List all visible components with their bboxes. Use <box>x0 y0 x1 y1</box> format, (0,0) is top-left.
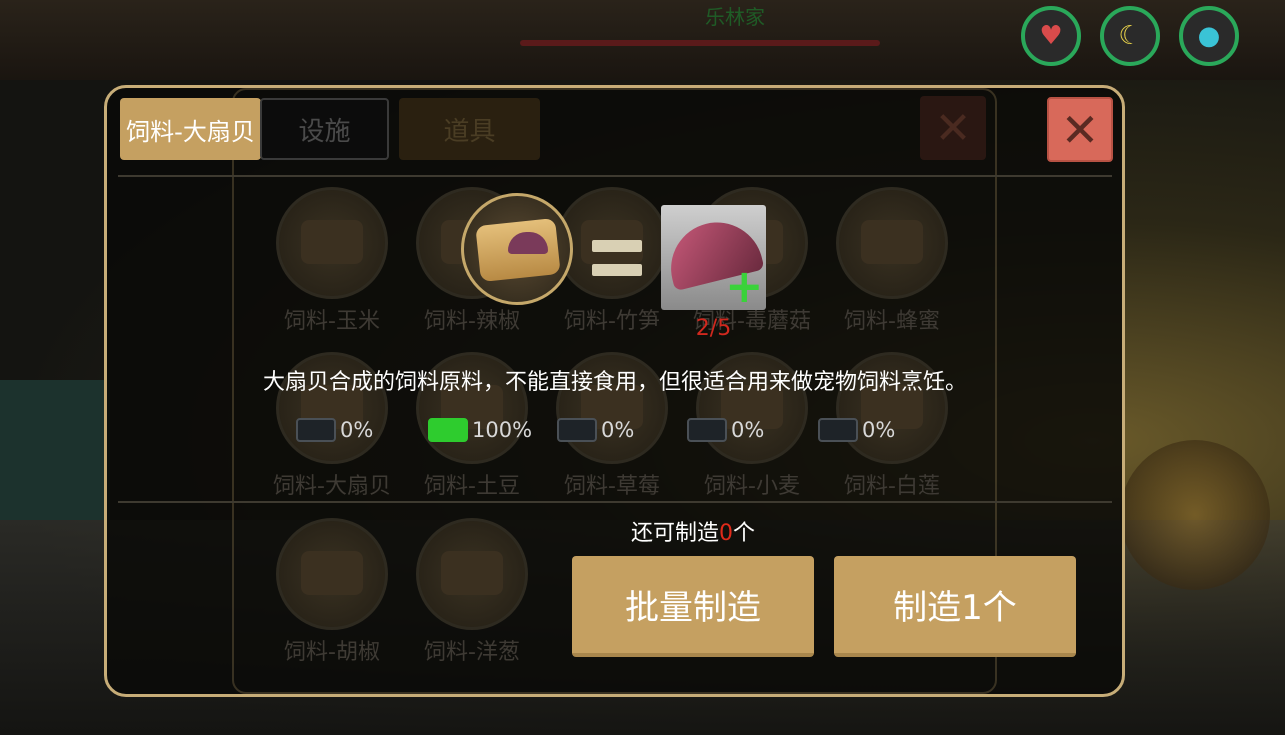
progress-bar <box>428 418 468 442</box>
banana-icon[interactable]: ☾ <box>1100 6 1160 66</box>
feed-item-onion[interactable]: 饲料-洋葱 <box>407 518 537 666</box>
tab-facility[interactable]: 设施 <box>260 98 389 160</box>
craft-one-button[interactable]: 制造1个 <box>834 556 1076 657</box>
ingredient-count: 2/5 <box>695 316 732 341</box>
honey-feed-icon <box>836 187 948 299</box>
progress-indicator: 0% <box>557 418 634 442</box>
tab-feed-scallop[interactable]: 饲料-大扇贝 <box>120 98 261 160</box>
feed-item-pepper[interactable]: 饲料-胡椒 <box>267 518 397 666</box>
remaining-craft-text: 还可制造0个 <box>630 521 756 546</box>
item-description: 大扇贝合成的饲料原料，不能直接食用，但很适合用来做宠物饲料烹饪。 <box>262 370 967 395</box>
background-close-icon: ✕ <box>920 96 986 160</box>
progress-indicator: 100% <box>428 418 532 442</box>
equals-icon <box>592 240 642 278</box>
progress-indicator: 0% <box>296 418 373 442</box>
progress-bar <box>557 418 597 442</box>
progress-indicator: 0% <box>687 418 764 442</box>
batch-craft-button[interactable]: 批量制造 <box>572 556 814 657</box>
onion-feed-icon <box>416 518 528 630</box>
top-banner-text: 乐林家 <box>705 5 765 29</box>
progress-bar <box>687 418 727 442</box>
pepper-feed-icon <box>276 518 388 630</box>
bottom-divider <box>118 501 1112 503</box>
feed-item-corn[interactable]: 饲料-玉米 <box>267 187 397 335</box>
background-cooking-pot <box>1120 440 1270 590</box>
remaining-count: 0 <box>719 521 733 546</box>
close-button[interactable]: ✕ <box>1047 97 1113 162</box>
progress-bar <box>818 418 858 442</box>
top-health-bar <box>520 40 880 46</box>
top-divider <box>118 175 1112 177</box>
scallop-shell-icon[interactable]: + <box>661 205 766 310</box>
feed-item-honey[interactable]: 饲料-蜂蜜 <box>827 187 957 335</box>
corn-feed-icon <box>276 187 388 299</box>
water-drop-icon[interactable]: ● <box>1179 6 1239 66</box>
scallop-feed-sack-icon <box>461 193 573 305</box>
tab-items[interactable]: 道具 <box>399 98 540 160</box>
progress-bar <box>296 418 336 442</box>
progress-indicator: 0% <box>818 418 895 442</box>
add-plus-icon: + <box>725 259 764 310</box>
background-table <box>0 380 110 520</box>
heart-icon[interactable]: ♥ <box>1021 6 1081 66</box>
